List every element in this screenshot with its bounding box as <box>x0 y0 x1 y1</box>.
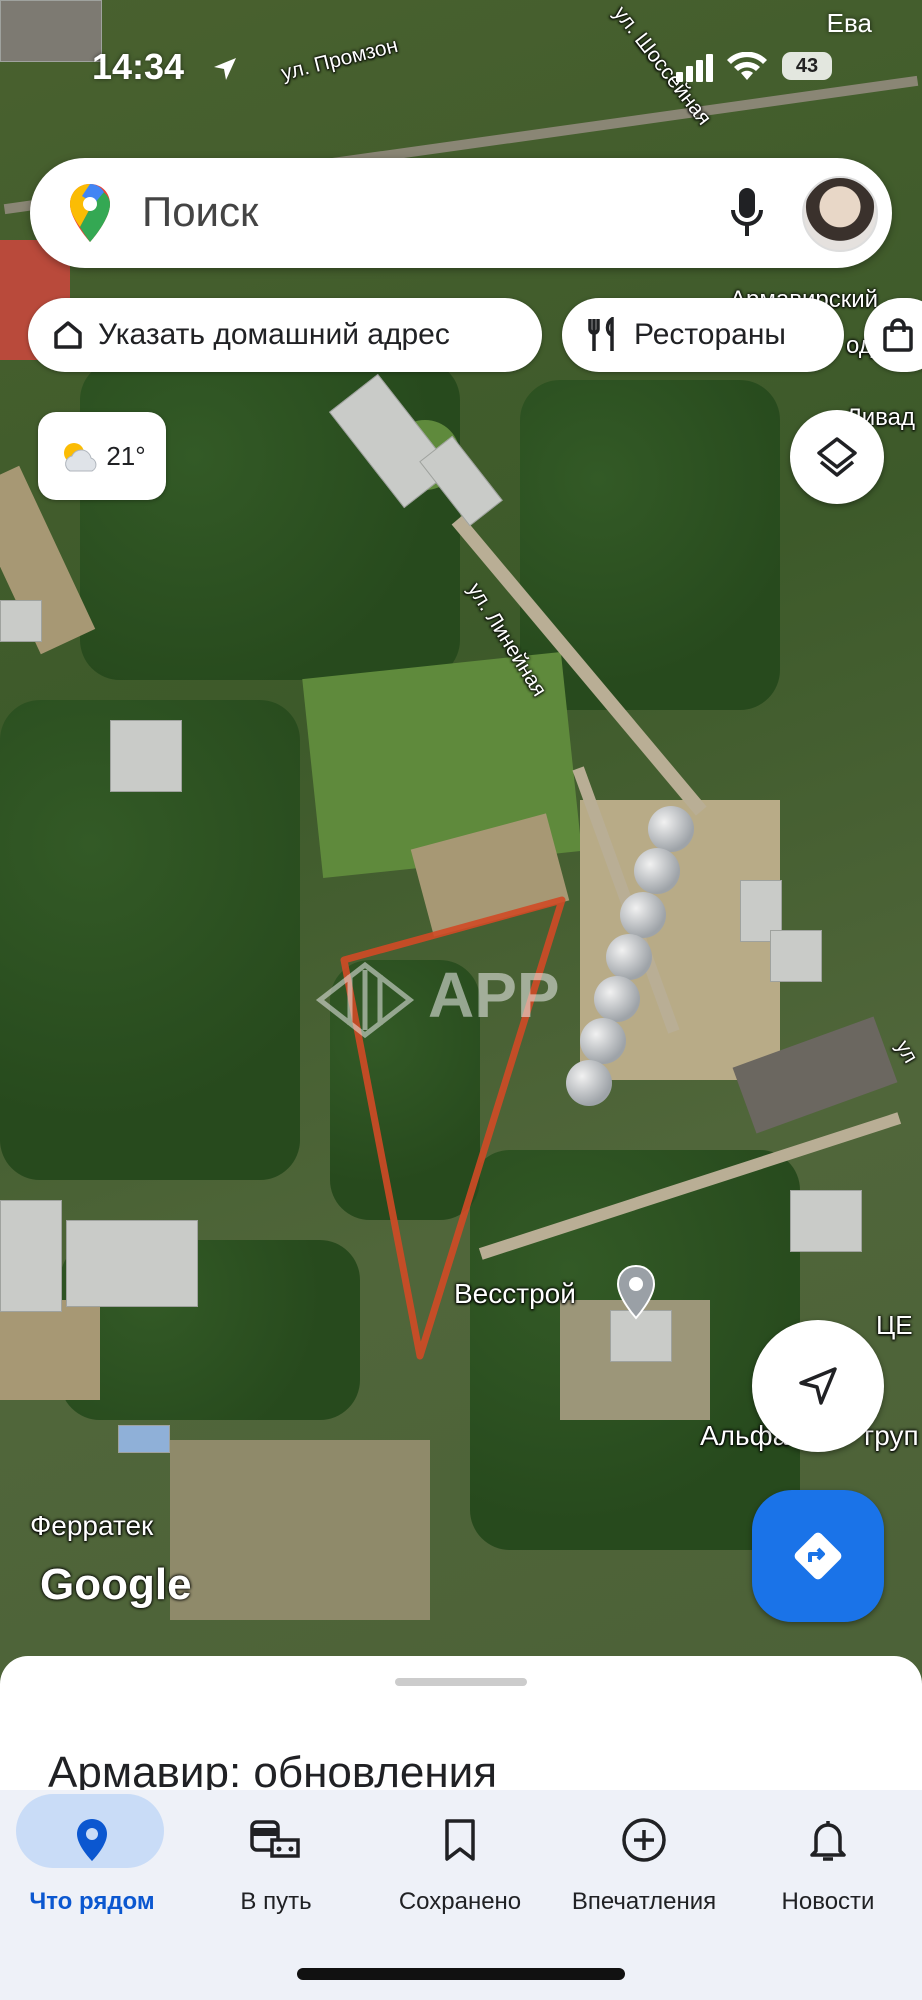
wifi-icon <box>727 52 767 80</box>
status-bar: 14:34 Ева 43 <box>0 0 922 130</box>
location-arrow-icon <box>214 58 236 80</box>
chip-restaurants[interactable]: Рестораны <box>562 298 844 372</box>
location-pin-icon <box>77 1819 107 1861</box>
add-circle-icon <box>622 1818 666 1862</box>
search-bar[interactable]: Поиск <box>30 158 892 268</box>
nav-label: Новости <box>781 1888 875 1915</box>
home-indicator[interactable] <box>297 1968 625 1980</box>
layers-button[interactable] <box>790 410 884 504</box>
shopping-bag-icon <box>883 318 913 352</box>
bookmark-icon <box>445 1819 475 1861</box>
nav-item-explore[interactable]: Что рядом <box>0 1790 184 1940</box>
place-label: Ферратек <box>30 1510 154 1541</box>
nav-item-contribute[interactable]: Впечатления <box>552 1790 736 1940</box>
directions-icon <box>794 1532 842 1580</box>
account-avatar[interactable] <box>802 176 878 252</box>
home-icon <box>54 321 82 349</box>
poi-pin-icon[interactable] <box>616 1264 656 1325</box>
sheet-drag-handle[interactable] <box>395 1678 527 1686</box>
partly-cloudy-icon <box>64 443 97 472</box>
commute-icon <box>250 1820 300 1858</box>
weather-temperature: 21° <box>106 440 146 471</box>
search-input[interactable]: Поиск <box>142 188 258 236</box>
fork-knife-icon <box>588 317 614 351</box>
place-label: груп <box>864 1420 919 1451</box>
watermark-text: APP <box>428 959 560 1031</box>
place-label: ЦЕ <box>876 1310 913 1340</box>
status-time: 14:34 <box>92 46 185 87</box>
chip-set-home-address[interactable]: Указать домашний адрес <box>28 298 542 372</box>
bottom-sheet[interactable]: Армавир: обновления <box>0 1656 922 1797</box>
poi-label-vesstroy[interactable]: Весстрой <box>454 1278 576 1310</box>
nav-item-updates[interactable]: Новости <box>736 1790 920 1940</box>
chip-label: Рестораны <box>634 318 786 351</box>
weather-widget[interactable]: 21° <box>38 412 166 500</box>
battery-indicator: 43 <box>782 52 832 80</box>
my-location-button[interactable] <box>752 1320 884 1452</box>
navigation-arrow-icon <box>799 1367 837 1405</box>
cell-signal-icon <box>676 54 713 82</box>
layers-icon <box>817 437 857 477</box>
nav-item-saved[interactable]: Сохранено <box>368 1790 552 1940</box>
microphone-icon[interactable] <box>730 186 764 240</box>
nav-item-commute[interactable]: В путь <box>184 1790 368 1940</box>
google-logo: Google <box>40 1560 192 1609</box>
status-carrier-label: Ева <box>826 8 872 38</box>
google-maps-pin-icon <box>70 184 110 242</box>
directions-button[interactable] <box>752 1490 884 1622</box>
bell-icon <box>810 1821 846 1861</box>
chip-label: Указать домашний адрес <box>98 318 450 351</box>
